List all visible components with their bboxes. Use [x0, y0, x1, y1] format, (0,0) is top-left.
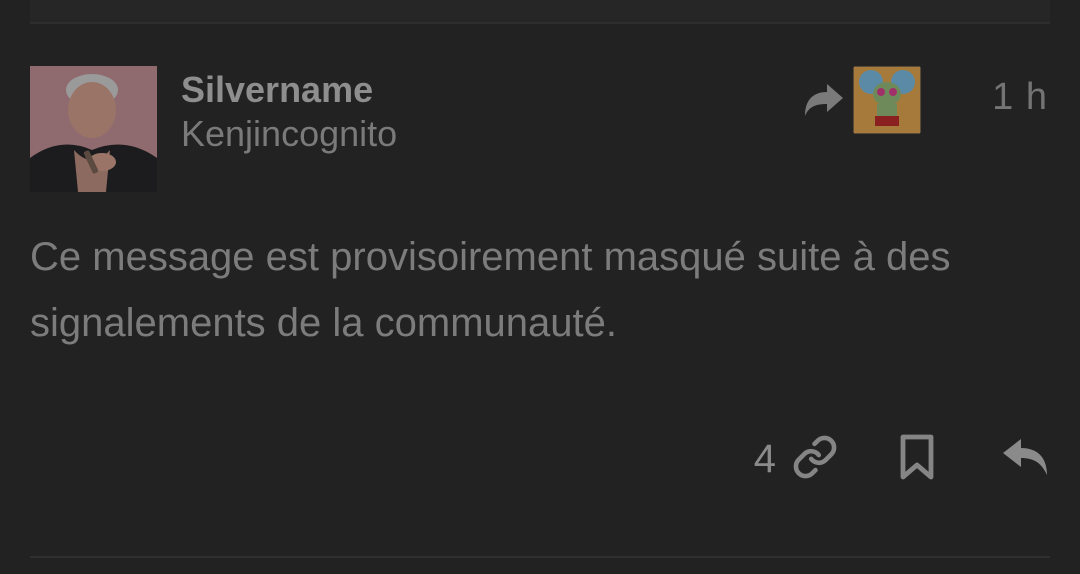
post-card[interactable]: Silvername Kenjincognito 1 h Ce message …	[0, 24, 1080, 558]
link-icon	[792, 434, 838, 485]
link-count: 4	[753, 436, 776, 481]
author-handle[interactable]: Kenjincognito	[181, 112, 397, 156]
post-timestamp[interactable]: 1 h	[992, 76, 1048, 119]
author-avatar[interactable]	[30, 66, 157, 192]
post-content: Ce message est provisoirement masqué sui…	[30, 235, 951, 345]
author-display-name[interactable]: Silvername	[181, 68, 397, 112]
author-names: Silvername Kenjincognito	[181, 68, 397, 156]
bookmark-icon	[897, 433, 937, 486]
bookmark-button[interactable]	[892, 434, 942, 484]
reply-button[interactable]	[1000, 434, 1050, 484]
previous-post-edge	[30, 0, 1050, 24]
link-button[interactable]	[790, 434, 840, 484]
post-actions: 4	[754, 424, 1050, 494]
booster-avatar[interactable]	[853, 66, 921, 134]
reply-icon	[1001, 437, 1049, 482]
post-divider	[30, 556, 1050, 558]
boost-arrow-icon	[803, 82, 845, 118]
